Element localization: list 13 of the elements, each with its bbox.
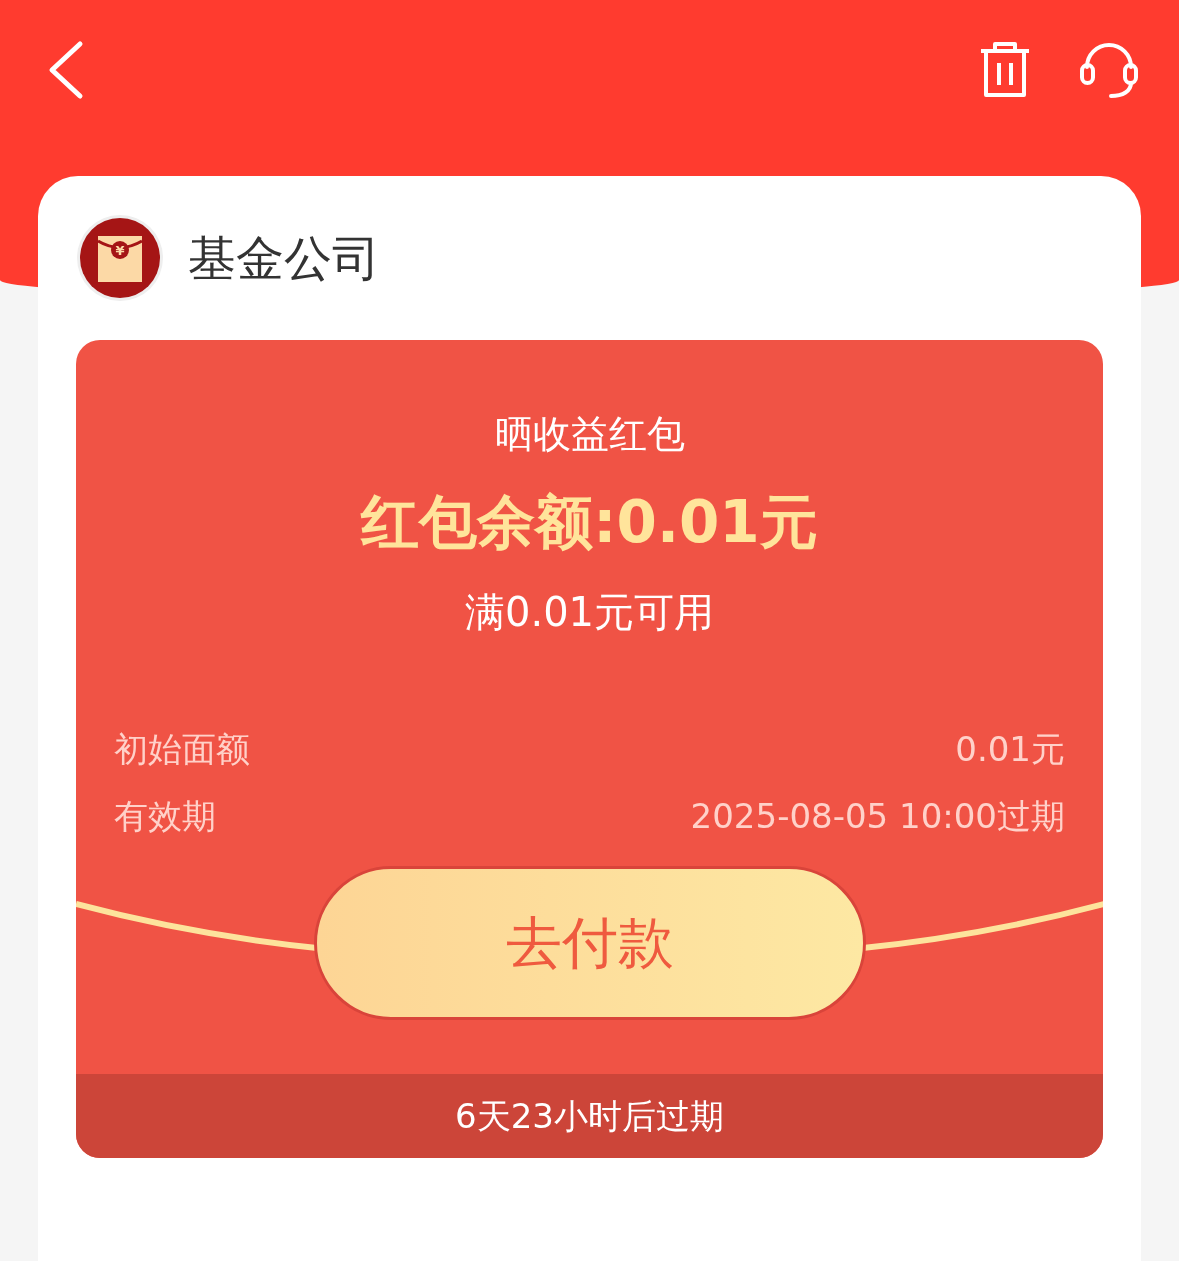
- detail-label: 有效期: [114, 795, 216, 838]
- expiry-countdown: 6天23小时后过期: [76, 1074, 1103, 1158]
- logo-icon: ¥: [76, 214, 164, 302]
- detail-label: 初始面额: [114, 728, 250, 771]
- headset-icon[interactable]: [1079, 41, 1139, 99]
- condition-text: 满0.01元可用: [463, 588, 716, 637]
- coupon-title: 晒收益红包: [493, 411, 686, 458]
- balance-text: 红包余额:0.01元: [359, 487, 819, 558]
- detail-value: 2025-08-05 10:00过期: [690, 795, 1065, 838]
- issuer-name: 基金公司: [188, 229, 380, 288]
- detail-value: 0.01元: [955, 728, 1065, 771]
- trash-icon[interactable]: [979, 41, 1031, 99]
- pay-button[interactable]: 去付款: [313, 866, 866, 1020]
